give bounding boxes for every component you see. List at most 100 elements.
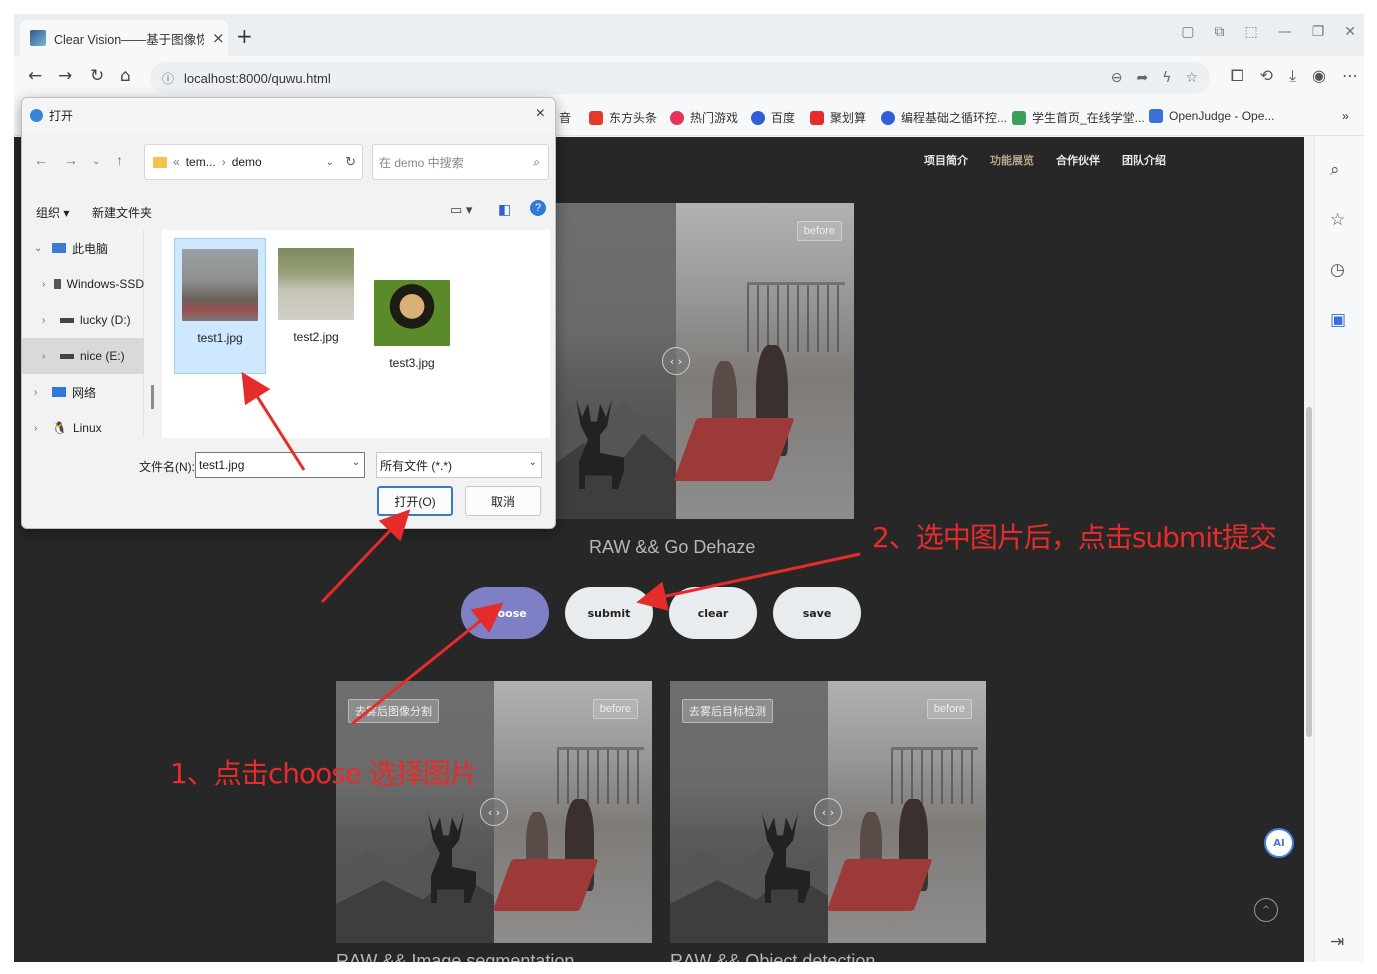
dialog-navigation: ← → ⌄ ↑ « tem... › demo ⌄ ↻ 在 demo 中搜索 ⌕ xyxy=(22,132,555,188)
close-window-icon[interactable]: ✕ xyxy=(1344,24,1356,40)
compare-handle-icon[interactable]: ‹ › xyxy=(662,347,690,375)
forward-icon[interactable]: → xyxy=(58,66,72,86)
compare-handle-icon[interactable]: ‹ › xyxy=(814,798,842,826)
tab-actions-icon[interactable]: ▢ xyxy=(1181,24,1194,40)
clear-button[interactable]: clear xyxy=(669,587,757,639)
menu-item-features[interactable]: 功能展览 xyxy=(990,152,1034,168)
bookmark-item[interactable]: 学生首页_在线学堂... xyxy=(1012,109,1145,126)
menu-item-intro[interactable]: 项目简介 xyxy=(924,152,968,168)
filename-input[interactable]: test1.jpg ⌄ xyxy=(195,452,365,478)
submit-button[interactable]: submit xyxy=(565,587,653,639)
path-dropdown-icon[interactable]: ⌄ xyxy=(326,157,334,168)
bookmarks-more-button[interactable]: » xyxy=(1342,109,1349,123)
segmentation-comparison-slider[interactable]: 去雾后图像分割 before ‹ › xyxy=(336,681,652,943)
scroll-to-top-button[interactable]: ^ xyxy=(1254,898,1278,922)
organize-menu[interactable]: 组织 ▾ xyxy=(36,204,69,221)
folder-search-input[interactable]: 在 demo 中搜索 ⌕ xyxy=(372,144,549,180)
bookmark-item[interactable]: 热门游戏 xyxy=(670,109,738,126)
view-options-icon[interactable]: ▭ ▾ xyxy=(450,202,472,218)
forward-arrow-icon[interactable]: → xyxy=(64,152,78,168)
favorite-star-icon[interactable]: ☆ xyxy=(1185,70,1198,86)
share-icon[interactable]: ➦ xyxy=(1136,70,1148,86)
dehaze-caption: RAW && Go Dehaze xyxy=(589,537,756,557)
browser-tab[interactable]: Clear Vision——基于图像恢复的 × xyxy=(20,20,228,56)
app-shortcut-icon[interactable]: ▣ xyxy=(1330,310,1346,330)
cancel-button[interactable]: 取消 xyxy=(465,486,541,516)
refresh-icon[interactable]: ↻ xyxy=(345,154,356,170)
clock-icon[interactable]: ◷ xyxy=(1330,260,1345,280)
new-folder-button[interactable]: 新建文件夹 xyxy=(92,204,152,221)
bookmark-item[interactable]: 聚划算 xyxy=(810,109,866,126)
zoom-icon[interactable]: ⊖ xyxy=(1111,70,1123,86)
file-list: test1.jpg test2.jpg test3.jpg xyxy=(162,230,550,438)
tab-close-button[interactable]: × xyxy=(212,29,225,47)
tree-item-lucky-d[interactable]: › lucky (D:) xyxy=(22,302,144,338)
tree-item-nice-e[interactable]: › nice (E:) xyxy=(22,338,144,374)
save-button[interactable]: save xyxy=(773,587,861,639)
profile-avatar-icon[interactable]: ◉ xyxy=(1312,66,1326,86)
minimize-icon[interactable]: — xyxy=(1278,24,1292,40)
breadcrumb-item[interactable]: tem... xyxy=(186,155,216,169)
folder-icon xyxy=(153,156,167,168)
site-info-icon[interactable]: ⓘ xyxy=(162,70,174,87)
dialog-close-button[interactable]: × xyxy=(536,105,545,123)
workspaces-icon[interactable]: ⧉ xyxy=(1214,24,1224,40)
dehaze-comparison-slider[interactable]: before ‹ › xyxy=(544,203,854,519)
menu-item-partners[interactable]: 合作伙伴 xyxy=(1056,152,1100,168)
detection-comparison-slider[interactable]: 去雾后目标检测 before ‹ › xyxy=(670,681,986,943)
tree-scrollbar[interactable] xyxy=(149,230,157,438)
performance-icon[interactable]: ϟ xyxy=(1162,70,1171,86)
bookmark-item[interactable]: 百度 xyxy=(751,109,795,126)
file-item-test3[interactable]: test3.jpg xyxy=(366,238,458,374)
filetype-select[interactable]: 所有文件 (*.*) ⌄ xyxy=(376,452,542,478)
back-arrow-icon[interactable]: ← xyxy=(34,152,48,168)
file-item-test2[interactable]: test2.jpg xyxy=(270,238,362,374)
preview-pane-icon[interactable]: ◧ xyxy=(498,201,511,218)
history-icon[interactable]: ⟲ xyxy=(1260,66,1273,86)
reload-icon[interactable]: ↻ xyxy=(90,66,104,86)
page-scrollbar[interactable] xyxy=(1304,137,1314,962)
bookmark-favicon-icon xyxy=(670,110,684,125)
compare-handle-icon[interactable]: ‹ › xyxy=(480,798,508,826)
chevron-down-icon[interactable]: ⌄ xyxy=(529,457,537,468)
bookmark-item[interactable]: OpenJudge - Ope... xyxy=(1149,109,1274,123)
collapse-sidebar-icon[interactable]: ⇥ xyxy=(1330,932,1344,952)
tree-item-this-pc[interactable]: ⌄ 此电脑 xyxy=(22,230,144,266)
home-icon[interactable]: ⌂ xyxy=(120,66,131,86)
detection-photo-panel xyxy=(826,681,986,943)
back-icon[interactable]: ← xyxy=(28,66,42,86)
extensions-puzzle-icon[interactable]: ⧠ xyxy=(1231,66,1244,86)
bookmark-favicon-icon xyxy=(589,110,603,125)
dialog-title: 打开 xyxy=(49,108,74,123)
tab-strip: Clear Vision——基于图像恢复的 × + ▢ ⧉ ⬚ — ❐ ✕ xyxy=(14,14,1364,56)
bookmark-item[interactable]: 音 xyxy=(559,109,571,126)
extensions-icon[interactable]: ⬚ xyxy=(1244,24,1257,40)
drive-icon xyxy=(60,353,74,359)
menu-item-team[interactable]: 团队介绍 xyxy=(1122,152,1166,168)
address-bar[interactable]: ⓘ localhost:8000/quwu.html ⊖ ➦ ϟ ☆ xyxy=(150,62,1210,94)
download-icon[interactable]: ⤓ xyxy=(1289,66,1296,86)
bookmark-item[interactable]: 编程基础之循环控... xyxy=(881,109,1007,126)
tree-item-network[interactable]: › 网络 xyxy=(22,374,144,410)
ai-assistant-icon[interactable]: AI xyxy=(1264,828,1294,858)
bookmark-item[interactable]: 东方头条 xyxy=(589,109,657,126)
new-tab-button[interactable]: + xyxy=(236,24,253,48)
more-menu-icon[interactable]: ⋯ xyxy=(1342,66,1358,86)
open-button[interactable]: 打开(O) xyxy=(377,486,453,516)
annotation-step2: 2、选中图片后，点击submit提交 xyxy=(872,521,1277,554)
star-icon[interactable]: ☆ xyxy=(1330,210,1345,230)
chevron-down-icon[interactable]: ⌄ xyxy=(352,457,360,468)
help-icon[interactable]: ? xyxy=(530,200,546,216)
restore-icon[interactable]: ❐ xyxy=(1312,24,1325,40)
recent-dropdown-icon[interactable]: ⌄ xyxy=(92,156,100,167)
search-icon[interactable]: ⌕ xyxy=(1330,160,1340,180)
up-arrow-icon[interactable]: ↑ xyxy=(116,152,123,168)
tree-item-windows-ssd[interactable]: › Windows-SSD xyxy=(22,266,144,302)
path-breadcrumb[interactable]: « tem... › demo ⌄ ↻ xyxy=(144,144,363,180)
computer-icon xyxy=(52,243,66,253)
scrollbar-thumb[interactable] xyxy=(1306,407,1312,737)
breadcrumb-item[interactable]: demo xyxy=(232,155,262,169)
choose-button[interactable]: choose xyxy=(461,587,549,639)
file-item-test1[interactable]: test1.jpg xyxy=(174,238,266,374)
before-label: before xyxy=(926,699,972,719)
